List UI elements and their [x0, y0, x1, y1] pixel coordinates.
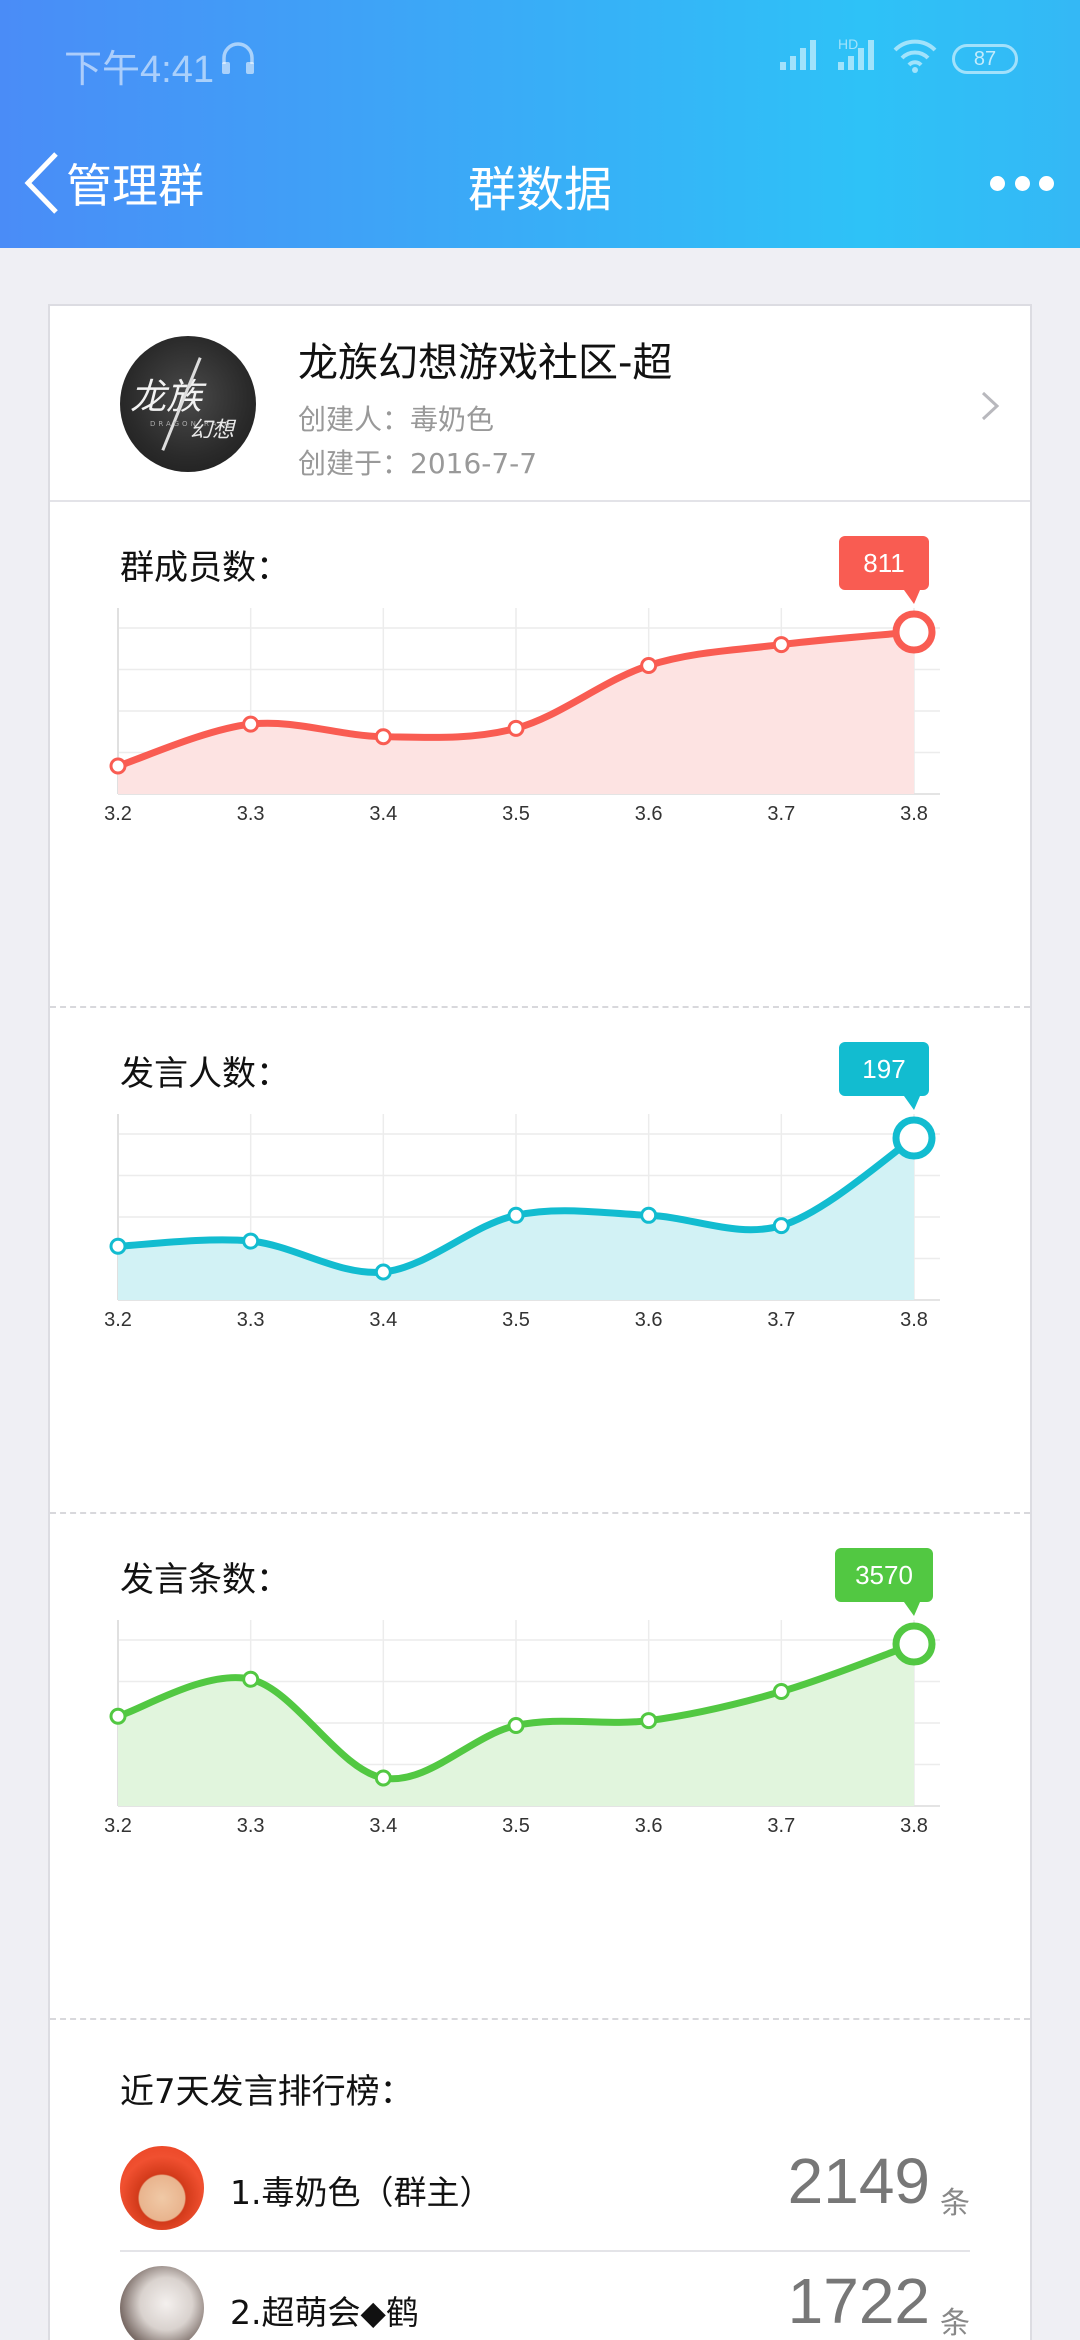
chart-point: [772, 1217, 790, 1235]
messages-chart: 3.2 3.3 3.4 3.5 3.6 3.7 3.8 3570: [104, 1548, 940, 1837]
chart-value-label: 197: [862, 1054, 905, 1084]
x-tick-label: 3.3: [237, 1309, 265, 1331]
headset-icon: [218, 38, 258, 87]
ranking-member-name: 1.毒奶色（群主）: [230, 2173, 493, 2212]
wifi-icon: [892, 38, 938, 83]
x-tick-label: 3.4: [369, 1815, 397, 1837]
ranking-section: 近7天发言排行榜： 1.毒奶色（群主） 2149 条 2.超萌会◆鹤 1722 …: [50, 2026, 1030, 2340]
status-bar: 下午4:41 HD 87: [0, 0, 1080, 118]
x-tick-label: 3.6: [635, 1815, 663, 1837]
x-tick-label: 3.2: [104, 1815, 132, 1837]
signal-icon: [778, 38, 822, 81]
x-tick-label: 3.4: [369, 803, 397, 825]
ranking-message-count: 1722: [787, 2265, 930, 2337]
battery-indicator: 87: [952, 44, 1018, 74]
x-tick-label: 3.3: [237, 1815, 265, 1837]
chart-point: [640, 1206, 658, 1224]
speakers-chart: 3.2 3.3 3.4 3.5 3.6 3.7 3.8 197: [104, 1042, 940, 1331]
chart-point: [374, 1769, 392, 1787]
x-tick-label: 3.3: [237, 803, 265, 825]
chart-point: [109, 1707, 127, 1725]
x-tick-label: 3.8: [900, 1309, 928, 1331]
status-time: 下午4:41: [64, 49, 214, 91]
ranking-member-name: 2.超萌会◆鹤: [230, 2293, 419, 2332]
ranking-row[interactable]: 1.毒奶色（群主） 2149 条: [120, 2134, 970, 2252]
x-tick-label: 3.5: [502, 1309, 530, 1331]
x-tick-label: 3.5: [502, 803, 530, 825]
top-bar: 下午4:41 HD 87 管理群 群数据: [0, 0, 1080, 248]
chart-point: [640, 657, 658, 674]
chart-point: [242, 715, 260, 733]
chart-point: [892, 1116, 936, 1160]
messages-chart-section: 发言条数： 3.2 3.3 3.4 3.5 3.6 3.7 3.8 3570: [50, 1514, 1030, 2020]
group-data-card: 龙族 DRAGON RAJA 幻想 龙族幻想游戏社区-超 创建人：毒奶色 创建于…: [48, 304, 1032, 2340]
avatar: [120, 2146, 204, 2230]
members-chart-section: 群成员数： 3.2 3.3 3.4 3.5 3.6 3.7 3.8 811: [50, 502, 1030, 1008]
chart-value-tooltip: 3570: [835, 1548, 933, 1616]
x-tick-label: 3.8: [900, 1815, 928, 1837]
x-tick-label: 3.7: [767, 1815, 795, 1837]
speakers-chart-section: 发言人数： 3.2 3.3 3.4 3.5 3.6 3.7 3.8 197: [50, 1008, 1030, 1514]
chart-point: [374, 728, 392, 746]
chart-point: [507, 1206, 525, 1224]
nav-bar: 管理群 群数据: [0, 118, 1080, 248]
x-tick-label: 3.2: [104, 803, 132, 825]
chart-point: [640, 1712, 658, 1730]
group-avatar: 龙族 DRAGON RAJA 幻想: [120, 336, 256, 472]
chart-value-tooltip: 811: [839, 536, 929, 604]
ranking-unit: 条: [940, 2186, 970, 2221]
signal-hd-icon: [836, 32, 880, 81]
ranking-message-count: 2149: [787, 2145, 930, 2217]
chart-point: [507, 719, 525, 737]
chart-value-tooltip: 197: [839, 1042, 929, 1110]
group-creator: 创建人：毒奶色: [298, 403, 495, 436]
chart-point: [242, 1232, 260, 1250]
avatar: [120, 2266, 204, 2340]
x-tick-label: 3.7: [767, 1309, 795, 1331]
group-created-date: 创建于：2016-7-7: [298, 447, 538, 480]
page-title: 群数据: [467, 162, 612, 218]
more-icon[interactable]: [990, 158, 1054, 208]
chart-value-label: 3570: [855, 1560, 913, 1590]
x-tick-label: 3.6: [635, 803, 663, 825]
x-tick-label: 3.7: [767, 803, 795, 825]
chevron-right-icon: [981, 391, 1000, 421]
avatar-logo-text2: 幻想: [190, 418, 235, 443]
x-tick-label: 3.5: [502, 1815, 530, 1837]
chart-point: [772, 1683, 790, 1701]
members-chart: 3.2 3.3 3.4 3.5 3.6 3.7 3.8 811: [104, 536, 940, 825]
ranking-unit: 条: [940, 2306, 970, 2340]
chart-point: [772, 636, 790, 654]
x-tick-label: 3.2: [104, 1309, 132, 1331]
x-tick-label: 3.8: [900, 803, 928, 825]
x-tick-label: 3.6: [635, 1309, 663, 1331]
ranking-row[interactable]: 2.超萌会◆鹤 1722 条: [120, 2254, 970, 2340]
chart-value-label: 811: [863, 548, 904, 578]
chart-point: [892, 610, 936, 654]
group-name: 龙族幻想游戏社区-超: [298, 340, 673, 386]
chart-point: [374, 1263, 392, 1281]
chart-point: [109, 757, 127, 775]
ranking-title: 近7天发言排行榜：: [120, 2072, 414, 2112]
chart-point: [507, 1717, 525, 1735]
x-tick-label: 3.4: [369, 1309, 397, 1331]
chart-point: [242, 1670, 260, 1688]
group-info-row[interactable]: 龙族 DRAGON RAJA 幻想 龙族幻想游戏社区-超 创建人：毒奶色 创建于…: [50, 306, 1030, 502]
chart-point: [109, 1237, 127, 1255]
chart-point: [892, 1622, 936, 1666]
